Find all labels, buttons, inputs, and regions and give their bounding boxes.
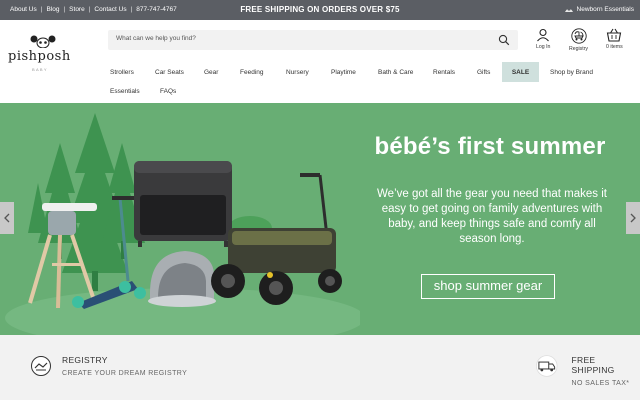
- nav-item-faqs[interactable]: FAQs: [160, 88, 176, 95]
- registry-icon: [31, 356, 51, 376]
- nav-item-strollers[interactable]: Strollers: [110, 69, 134, 76]
- truck-icon: [536, 355, 558, 377]
- login-button[interactable]: Log In: [536, 28, 550, 50]
- chevron-right-icon: [630, 213, 636, 223]
- hero-title: bébé’s first summer: [374, 133, 606, 160]
- free-shipping-title: FREE SHIPPING: [571, 355, 615, 375]
- registry-title: REGISTRY: [62, 355, 108, 365]
- nav-item-gear[interactable]: Gear: [204, 69, 218, 76]
- carousel-prev-button[interactable]: [0, 202, 14, 234]
- hero-banner[interactable]: bébé’s first summer We’ve got all the ge…: [0, 103, 640, 335]
- nav-item-playtime[interactable]: Playtime: [331, 69, 356, 76]
- basket-icon: [607, 28, 622, 42]
- hero-product-illustration: [5, 113, 360, 335]
- search-bar: [108, 30, 518, 50]
- login-label: Log In: [536, 44, 551, 50]
- nav-item-bath-care[interactable]: Bath & Care: [378, 69, 413, 76]
- nav-item-feeding[interactable]: Feeding: [240, 69, 264, 76]
- panda-logo-icon: [30, 35, 56, 48]
- nav-item-gifts[interactable]: Gifts: [477, 69, 490, 76]
- shop-summer-gear-button[interactable]: shop summer gear: [421, 274, 555, 299]
- registry-button[interactable]: Registry: [569, 28, 588, 52]
- cart-label: 0 items: [606, 44, 623, 50]
- hero-body: We’ve got all the gear you need that mak…: [377, 188, 607, 245]
- chevron-left-icon: [4, 213, 10, 223]
- registry-feature[interactable]: REGISTRY CREATE YOUR DREAM REGISTRY: [30, 355, 187, 377]
- feature-strip: REGISTRY CREATE YOUR DREAM REGISTRY FREE…: [0, 335, 640, 400]
- newborn-essentials-link[interactable]: Newborn Essentials: [564, 5, 634, 13]
- user-icon: [537, 28, 550, 42]
- nav-item-sale[interactable]: SALE: [502, 62, 539, 82]
- search-icon[interactable]: [498, 34, 510, 46]
- nav-item-essentials[interactable]: Essentials: [110, 88, 140, 95]
- nav-item-nursery[interactable]: Nursery: [286, 69, 309, 76]
- nav-item-rentals[interactable]: Rentals: [433, 69, 455, 76]
- top-bar: About Us | Blog | Store | Contact Us | 8…: [0, 0, 640, 20]
- nav-item-car-seats[interactable]: Car Seats: [155, 69, 184, 76]
- main-nav: Strollers Car Seats Gear Feeding Nursery…: [0, 62, 640, 82]
- newborn-essentials-label: Newborn Essentials: [576, 5, 634, 13]
- search-input[interactable]: [116, 35, 486, 42]
- baby-icon: [564, 7, 573, 12]
- stroller-icon: [570, 28, 587, 44]
- registry-subtitle: CREATE YOUR DREAM REGISTRY: [62, 370, 188, 377]
- registry-label: Registry: [569, 46, 589, 52]
- shipping-promo: FREE SHIPPING ON ORDERS OVER $75: [240, 5, 400, 14]
- free-shipping-feature[interactable]: FREE SHIPPING NO SALES TAX*: [532, 355, 640, 387]
- nav-item-shop-by-brand[interactable]: Shop by Brand: [550, 69, 593, 76]
- free-shipping-subtitle: NO SALES TAX*: [571, 380, 630, 387]
- cart-button[interactable]: 0 items: [606, 28, 623, 50]
- carousel-next-button[interactable]: [626, 202, 640, 234]
